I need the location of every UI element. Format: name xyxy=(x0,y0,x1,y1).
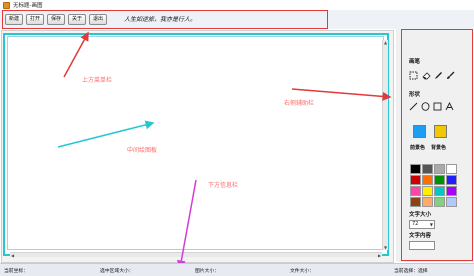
pencil-icon[interactable] xyxy=(433,70,443,80)
annotation-bottom-info: 下方信息栏 xyxy=(208,182,239,189)
shape-section-label: 形状 xyxy=(409,92,421,98)
open-button[interactable]: 打开 xyxy=(26,14,44,25)
scroll-right-icon[interactable]: ▶ xyxy=(377,253,382,258)
palette-swatch[interactable] xyxy=(422,186,433,196)
font-size-label: 文字大小 xyxy=(409,212,432,218)
exit-button[interactable]: 退出 xyxy=(89,14,107,25)
status-current-tool: 当前选择：选择 xyxy=(394,269,428,274)
window-title: 无标题-画图 xyxy=(13,3,43,9)
line-icon[interactable] xyxy=(408,101,418,111)
scroll-down-icon[interactable]: ▼ xyxy=(383,245,388,250)
select-rect-icon[interactable] xyxy=(408,70,418,80)
brush-icon[interactable] xyxy=(445,70,455,80)
title-bar: 无标题-画图 xyxy=(0,0,474,10)
status-selection-size: 选中区域大小： xyxy=(100,269,134,274)
palette-swatch[interactable] xyxy=(446,175,457,185)
palette-swatch[interactable] xyxy=(410,164,421,174)
foreground-color-swatch[interactable] xyxy=(413,125,426,138)
save-button[interactable]: 保存 xyxy=(47,14,65,25)
palette-swatch[interactable] xyxy=(434,164,445,174)
palette-swatch[interactable] xyxy=(446,164,457,174)
background-color-swatch[interactable] xyxy=(434,125,447,138)
scroll-up-icon[interactable]: ▲ xyxy=(383,40,388,45)
motto-text: 人生如逆旅，我亦是行人。 xyxy=(124,16,197,23)
palette-swatch[interactable] xyxy=(410,186,421,196)
font-size-select[interactable]: 72 ▼ xyxy=(409,220,435,229)
about-button[interactable]: 关于 xyxy=(68,14,86,25)
annotation-center-canvas: 中间绘图板 xyxy=(127,147,158,154)
status-image-size: 图片大小： xyxy=(195,269,219,274)
palette-swatch[interactable] xyxy=(446,197,457,207)
font-size-value: 72 xyxy=(412,221,419,227)
palette-swatch[interactable] xyxy=(410,197,421,207)
horizontal-scrollbar[interactable]: ◀ ▶ xyxy=(10,252,382,258)
background-color-label: 背景色 xyxy=(431,145,447,151)
palette-swatch[interactable] xyxy=(434,175,445,185)
scroll-left-icon[interactable]: ◀ xyxy=(10,253,15,258)
text-content-label: 文字内容 xyxy=(409,233,432,239)
palette-swatch[interactable] xyxy=(410,175,421,185)
text-tool-icon[interactable] xyxy=(444,101,454,111)
chevron-down-icon: ▼ xyxy=(429,222,433,227)
palette-swatch[interactable] xyxy=(422,197,433,207)
palette-swatch[interactable] xyxy=(422,164,433,174)
annotation-right-sidebar: 右侧辅助栏 xyxy=(284,100,315,107)
ellipse-icon[interactable] xyxy=(420,101,430,111)
new-button[interactable]: 新建 xyxy=(5,14,23,25)
annotation-top-menu: 上方菜单栏 xyxy=(82,77,113,84)
status-file-size: 文件大小： xyxy=(290,269,314,274)
brush-section-label: 画笔 xyxy=(409,59,421,65)
palette-swatch[interactable] xyxy=(422,175,433,185)
foreground-color-label: 前景色 xyxy=(410,145,426,151)
eraser-icon[interactable] xyxy=(421,70,431,80)
rectangle-icon[interactable] xyxy=(432,101,442,111)
paint-app-icon xyxy=(3,1,10,9)
drawing-canvas[interactable] xyxy=(7,36,384,250)
color-palette xyxy=(410,164,458,207)
vertical-scrollbar[interactable]: ▲ ▼ xyxy=(382,40,388,250)
palette-swatch[interactable] xyxy=(434,186,445,196)
palette-swatch[interactable] xyxy=(434,197,445,207)
status-coordinates: 当前坐标： xyxy=(4,269,28,274)
palette-swatch[interactable] xyxy=(446,186,457,196)
text-content-input[interactable] xyxy=(409,241,435,250)
